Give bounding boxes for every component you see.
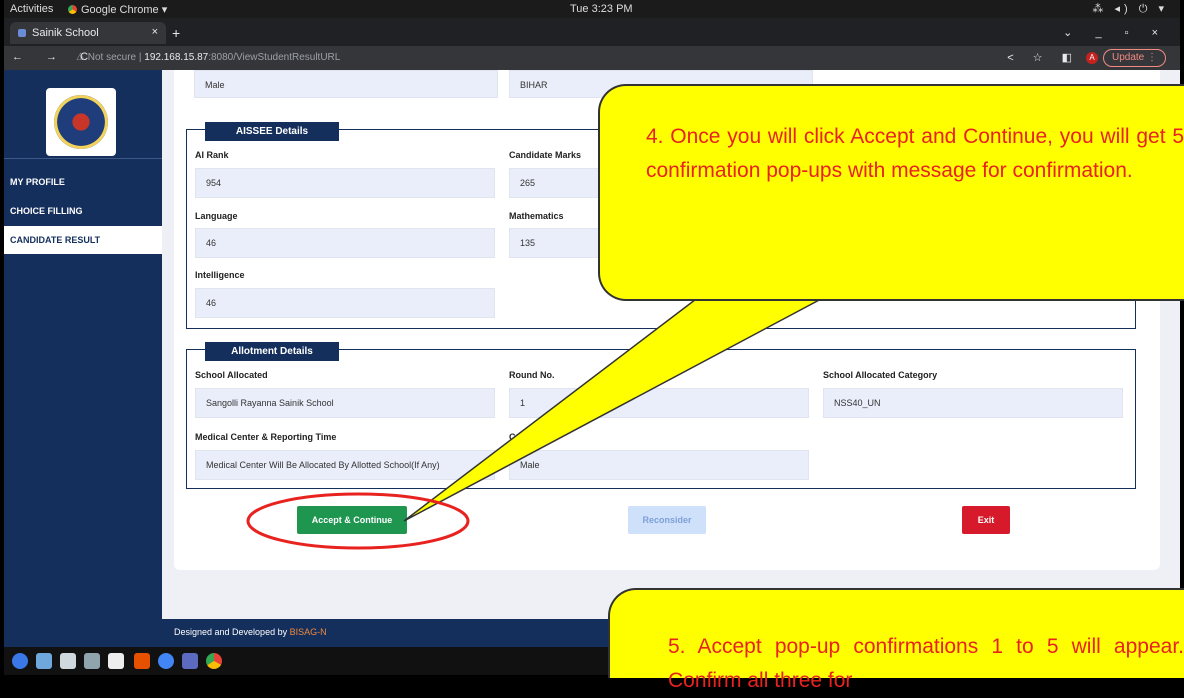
activities-button[interactable]: Activities <box>10 3 53 15</box>
school-allocated-value: Sangolli Rayanna Sainik School <box>195 388 495 418</box>
app-menu[interactable]: Google Chrome ▾ <box>68 3 167 16</box>
url-host: 192.168.15.87 <box>144 52 209 63</box>
language-value: 46 <box>195 228 495 258</box>
school-category-value: NSS40_UN <box>823 388 1123 418</box>
editor-icon[interactable] <box>60 653 76 669</box>
mathematics-label: Mathematics <box>509 211 564 221</box>
url-path: :8080/ViewStudentResultURL <box>208 52 341 63</box>
favicon-icon <box>18 29 26 37</box>
browser-toolbar: ← → C ⚠ Not secure | 192.168.15.87:8080/… <box>4 46 1180 70</box>
system-tray[interactable]: ⁂ ◂) ⏻ ▾ <box>1092 2 1168 16</box>
tab-strip: Sainik School × + ⌄ _ ▫ × <box>4 18 1180 46</box>
terminal-icon[interactable] <box>84 653 100 669</box>
new-tab-button[interactable]: + <box>172 25 180 41</box>
app-name: Google Chrome ▾ <box>81 4 168 16</box>
allotment-section: Allotment Details School Allocated Sango… <box>186 342 1136 489</box>
emblem-icon <box>54 95 108 149</box>
tab-close-icon[interactable]: × <box>152 26 158 38</box>
chrome-icon <box>68 5 77 14</box>
gender-value: Male <box>194 70 498 98</box>
footer-text: Designed and Developed by <box>174 627 290 637</box>
help-icon[interactable] <box>12 653 28 669</box>
address-bar[interactable]: ⚠ Not secure | 192.168.15.87:8080/ViewSt… <box>76 48 1006 68</box>
gender-allotment-value: Male <box>509 450 809 480</box>
browser-icon[interactable] <box>158 653 174 669</box>
medical-center-value: Medical Center Will Be Allocated By Allo… <box>195 450 495 480</box>
reconsider-button[interactable]: Reconsider <box>628 506 706 534</box>
language-label: Language <box>195 211 238 221</box>
school-allocated-label: School Allocated <box>195 370 268 380</box>
security-warning-icon[interactable]: ⚠ Not secure | <box>76 52 141 63</box>
toolbar-actions[interactable]: < ☆ ◧ <box>1007 51 1080 64</box>
update-button[interactable]: Update ⋮ <box>1102 49 1166 67</box>
ai-rank-label: AI Rank <box>195 150 229 160</box>
school-category-label: School Allocated Category <box>823 370 938 380</box>
window-controls[interactable]: ⌄ _ ▫ × <box>1063 26 1168 39</box>
profile-avatar[interactable]: A <box>1086 52 1098 64</box>
sidebar-item-choice-filling[interactable]: CHOICE FILLING <box>4 197 162 225</box>
footer-brand-link[interactable]: BISAG-N <box>290 627 327 637</box>
round-no-label: Round No. <box>509 370 555 380</box>
chrome-icon[interactable] <box>206 653 222 669</box>
instruction-callout-5: 5. Accept pop-up confirmations 1 to 5 wi… <box>608 588 1184 692</box>
sidebar: MY PROFILE CHOICE FILLING CANDIDATE RESU… <box>4 70 162 647</box>
database-icon[interactable] <box>182 653 198 669</box>
candidate-marks-label: Candidate Marks <box>509 150 582 160</box>
sidebar-item-my-profile[interactable]: MY PROFILE <box>4 168 162 196</box>
software-icon[interactable] <box>134 653 150 669</box>
round-no-value: 1 <box>509 388 809 418</box>
tab-title: Sainik School <box>32 27 99 39</box>
allotment-legend: Allotment Details <box>205 342 339 361</box>
instruction-callout-4: 4. Once you will click Accept and Contin… <box>598 84 1184 301</box>
sidebar-item-candidate-result[interactable]: CANDIDATE RESULT <box>4 226 162 254</box>
files-icon[interactable] <box>36 653 52 669</box>
partial-label: C <box>509 432 516 442</box>
intelligence-label: Intelligence <box>195 270 245 280</box>
clock[interactable]: Tue 3:23 PM <box>570 3 633 15</box>
sidebar-divider <box>4 158 162 159</box>
exit-button[interactable]: Exit <box>962 506 1010 534</box>
os-top-bar: Activities Google Chrome ▾ Tue 3:23 PM ⁂… <box>4 0 1180 18</box>
aissee-legend: AISSEE Details <box>205 122 339 141</box>
ai-rank-value: 954 <box>195 168 495 198</box>
school-logo <box>46 88 116 156</box>
accept-continue-button[interactable]: Accept & Continue <box>297 506 407 534</box>
intelligence-value: 46 <box>195 288 495 318</box>
medical-center-label: Medical Center & Reporting Time <box>195 432 337 442</box>
tab-sainik-school[interactable]: Sainik School × <box>10 22 166 44</box>
calendar-icon[interactable] <box>108 653 124 669</box>
